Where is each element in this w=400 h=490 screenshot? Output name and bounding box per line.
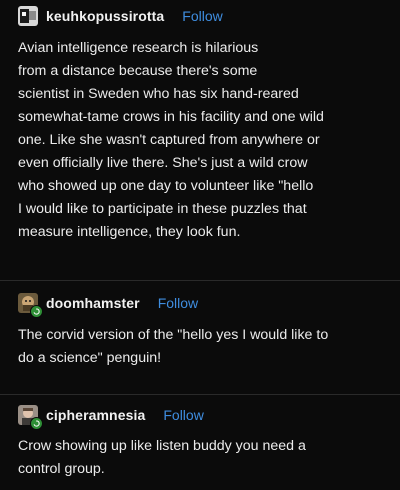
post-body-line: one. Like she wasn't captured from anywh… — [18, 132, 320, 148]
post-body: Crow showing up like listen buddy you ne… — [18, 435, 388, 481]
username[interactable]: doomhamster — [46, 295, 140, 311]
reblog-thread: keuhkopussirotta Follow Avian intelligen… — [0, 0, 400, 490]
username[interactable]: cipheramnesia — [46, 407, 145, 423]
avatar[interactable] — [18, 293, 43, 318]
post-keuhkopussirotta: keuhkopussirotta Follow Avian intelligen… — [0, 0, 400, 280]
post-body: The corvid version of the "hello yes I w… — [18, 324, 388, 370]
post-body-line: Crow showing up like listen buddy you ne… — [18, 438, 306, 454]
post-body-line: Avian intelligence research is hilarious — [18, 40, 259, 56]
refresh-icon — [30, 417, 43, 430]
post-body-line: measure intelligence, they look fun. — [18, 224, 241, 240]
post-header: keuhkopussirotta Follow — [18, 4, 223, 28]
post-body-line: control group. — [18, 461, 105, 477]
follow-button[interactable]: Follow — [158, 295, 198, 311]
follow-button[interactable]: Follow — [163, 407, 203, 423]
post-body-line: from a distance because there's some — [18, 63, 258, 79]
post-doomhamster: doomhamster Follow The corvid version of… — [0, 281, 400, 394]
post-header: cipheramnesia Follow — [18, 403, 204, 430]
avatar[interactable] — [18, 6, 38, 26]
post-body-line: who showed up one day to volunteer like … — [18, 178, 314, 194]
post-body-line: somewhat-tame crows in his facility and … — [18, 109, 324, 125]
avatar[interactable] — [18, 405, 43, 430]
post-cipheramnesia: cipheramnesia Follow Crow showing up lik… — [0, 395, 400, 490]
avatar-image — [18, 6, 38, 26]
post-body-line: The corvid version of the "hello yes I w… — [18, 327, 329, 343]
post-body-line: scientist in Sweden who has six hand-rea… — [18, 86, 299, 102]
refresh-icon — [30, 305, 43, 318]
follow-button[interactable]: Follow — [182, 8, 222, 24]
post-body-line: even officially live there. She's just a… — [18, 155, 308, 171]
post-body: Avian intelligence research is hilarious… — [18, 37, 388, 244]
post-body-line: I would like to participate in these puz… — [18, 201, 307, 217]
username[interactable]: keuhkopussirotta — [46, 8, 164, 24]
post-body-line: do a science" penguin! — [18, 350, 162, 366]
post-header: doomhamster Follow — [18, 291, 198, 318]
